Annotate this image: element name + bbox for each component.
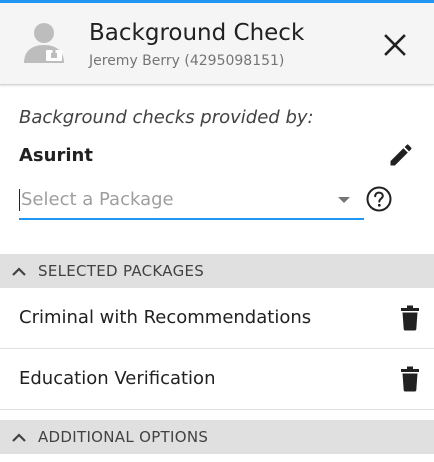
page-title: Background Check: [89, 20, 305, 46]
list-item: Criminal with Recommendations: [0, 288, 434, 349]
selected-packages-title: SELECTED PACKAGES: [38, 262, 205, 280]
close-icon[interactable]: [380, 30, 410, 60]
list-item: Education Verification: [0, 349, 434, 410]
person-badge-icon: [24, 23, 64, 63]
package-name: Education Verification: [19, 368, 216, 389]
text-caret: [19, 189, 20, 211]
package-select-placeholder: Select a Package: [21, 189, 174, 210]
package-name: Criminal with Recommendations: [19, 307, 312, 328]
trash-icon[interactable]: [398, 305, 422, 331]
additional-options-title: ADDITIONAL OPTIONS: [38, 428, 209, 446]
pencil-icon[interactable]: [387, 141, 415, 169]
background-check-panel: Background Check Jeremy Berry (429509815…: [0, 0, 434, 462]
additional-options-header[interactable]: ADDITIONAL OPTIONS: [0, 420, 434, 454]
candidate-subtitle: Jeremy Berry (4295098151): [89, 53, 285, 69]
chevron-up-icon: [12, 267, 26, 276]
chevron-up-icon: [12, 433, 26, 442]
help-circle-icon[interactable]: [365, 185, 393, 213]
provided-by-label: Background checks provided by:: [19, 107, 314, 128]
panel-header: Background Check Jeremy Berry (429509815…: [0, 3, 434, 85]
package-select[interactable]: Select a Package: [19, 183, 364, 220]
provider-name: Asurint: [19, 145, 93, 166]
chevron-down-icon[interactable]: [337, 195, 351, 205]
selected-packages-header[interactable]: SELECTED PACKAGES: [0, 254, 434, 288]
trash-icon[interactable]: [398, 366, 422, 392]
